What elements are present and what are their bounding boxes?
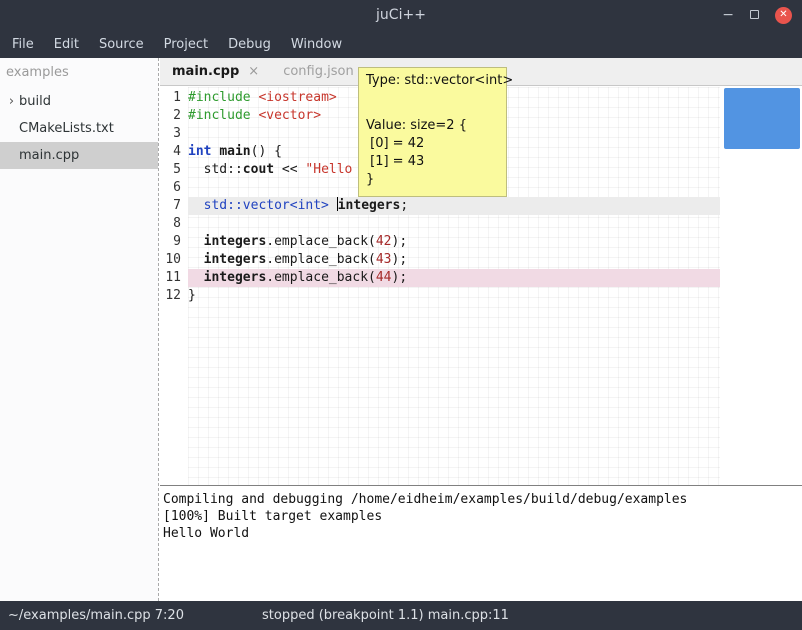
line-number[interactable]: 9 <box>160 233 188 251</box>
file-name: build <box>19 94 51 109</box>
code-token: #include <box>188 90 251 105</box>
code-token <box>329 198 337 213</box>
code-token: cout <box>243 162 274 177</box>
output-line: Hello World <box>163 525 799 542</box>
code-token: ); <box>392 252 408 267</box>
menu-item-debug[interactable]: Debug <box>218 32 281 57</box>
code-token: 44 <box>376 270 392 285</box>
code-token: .emplace_back( <box>266 252 376 267</box>
line-number[interactable]: 3 <box>160 125 188 143</box>
code-token: 42 <box>376 234 392 249</box>
output-line: [100%] Built target examples <box>163 508 799 525</box>
code-token <box>188 270 204 285</box>
code-line-9[interactable]: integers.emplace_back(42); <box>188 233 720 251</box>
line-number[interactable]: 12 <box>160 287 188 305</box>
window-title: juCi++ <box>376 7 426 23</box>
tab-label: main.cpp <box>172 64 239 79</box>
code-token: main <box>219 144 250 159</box>
code-token: ); <box>392 270 408 285</box>
close-icon[interactable]: × <box>248 64 259 79</box>
code-token: } <box>188 288 196 303</box>
tooltip-value-line: [1] = 43 <box>366 153 499 171</box>
output-panel[interactable]: Compiling and debugging /home/eidheim/ex… <box>160 485 802 601</box>
sidebar-item-build[interactable]: ›build <box>0 88 158 115</box>
sidebar-item-cmakelists-txt[interactable]: CMakeLists.txt <box>0 115 158 142</box>
line-number[interactable]: 6 <box>160 179 188 197</box>
code-line-11[interactable]: integers.emplace_back(44); <box>188 269 720 287</box>
expander-icon[interactable]: › <box>4 94 19 109</box>
tab-label: config.json <box>283 64 354 79</box>
code-token: integers <box>204 234 267 249</box>
tooltip-value-line: [0] = 42 <box>366 135 499 153</box>
code-token: integers <box>338 198 401 213</box>
line-number[interactable]: 11 <box>160 269 188 287</box>
menu-item-source[interactable]: Source <box>89 32 154 57</box>
menu-item-edit[interactable]: Edit <box>44 32 89 57</box>
code-token: integers <box>204 270 267 285</box>
line-number[interactable]: 10 <box>160 251 188 269</box>
code-line-10[interactable]: integers.emplace_back(43); <box>188 251 720 269</box>
menu-item-window[interactable]: Window <box>281 32 352 57</box>
tooltip-value-line: Value: size=2 { <box>366 117 499 135</box>
file-explorer: examples ›build CMakeLists.txt main.cpp <box>0 58 159 601</box>
tooltip-type-line: Type: std::vector<int> <box>366 72 499 89</box>
code-token: int <box>188 144 211 159</box>
menu-item-file[interactable]: File <box>2 32 44 57</box>
line-number[interactable]: 7 <box>160 197 188 215</box>
code-token: () { <box>251 144 282 159</box>
code-line-8[interactable] <box>188 215 720 233</box>
tooltip-value-line: } <box>366 171 499 189</box>
maximize-button[interactable] <box>750 8 759 22</box>
tab-main-cpp[interactable]: main.cpp × <box>160 58 271 86</box>
code-token <box>188 234 204 249</box>
maximize-icon <box>750 10 759 19</box>
status-bar: ~/examples/main.cpp 7:20 stopped (breakp… <box>0 601 802 630</box>
code-token: <vector> <box>258 108 321 123</box>
line-number[interactable]: 2 <box>160 107 188 125</box>
output-line: Compiling and debugging /home/eidheim/ex… <box>163 491 799 508</box>
code-token: 43 <box>376 252 392 267</box>
code-line-7[interactable]: std::vector<int> integers; <box>188 197 720 215</box>
line-number[interactable]: 5 <box>160 161 188 179</box>
code-token: ); <box>392 234 408 249</box>
code-token: std:: <box>188 162 243 177</box>
close-button[interactable]: ✕ <box>775 7 792 24</box>
line-number[interactable]: 1 <box>160 89 188 107</box>
line-number[interactable]: 4 <box>160 143 188 161</box>
title-bar[interactable]: juCi++ − ✕ <box>0 0 802 30</box>
file-name: main.cpp <box>19 148 79 163</box>
code-line-12[interactable]: } <box>188 287 720 305</box>
gutter: 123456789101112 <box>160 87 188 485</box>
code-token: << <box>274 162 305 177</box>
window-controls: − ✕ <box>722 0 792 30</box>
code-token: .emplace_back( <box>266 270 376 285</box>
project-name: examples <box>0 58 158 88</box>
code-token <box>188 252 204 267</box>
debug-tooltip: Type: std::vector<int> Value: size=2 { [… <box>358 67 507 197</box>
menu-item-project[interactable]: Project <box>154 32 218 57</box>
menu-bar: FileEditSourceProjectDebugWindow <box>0 30 802 58</box>
status-debug-state: stopped (breakpoint 1.1) main.cpp:11 <box>262 608 509 623</box>
scrollbar-thumb[interactable] <box>724 88 800 149</box>
app-window: juCi++ − ✕ FileEditSourceProjectDebugWin… <box>0 0 802 630</box>
code-token: <iostream> <box>258 90 336 105</box>
close-icon: ✕ <box>779 10 787 20</box>
code-token: ; <box>400 198 408 213</box>
sidebar-item-main-cpp[interactable]: main.cpp <box>0 142 158 169</box>
code-token: integers <box>204 252 267 267</box>
line-number[interactable]: 8 <box>160 215 188 233</box>
code-token: std::vector<int> <box>204 198 329 213</box>
code-token <box>188 198 204 213</box>
code-token: #include <box>188 108 251 123</box>
file-name: CMakeLists.txt <box>19 121 114 136</box>
minimize-button[interactable]: − <box>722 8 734 22</box>
code-token: .emplace_back( <box>266 234 376 249</box>
file-list: ›build CMakeLists.txt main.cpp <box>0 88 158 169</box>
status-file-position: ~/examples/main.cpp 7:20 <box>8 608 184 623</box>
tooltip-value-block: Value: size=2 { [0] = 42 [1] = 43} <box>366 117 499 189</box>
